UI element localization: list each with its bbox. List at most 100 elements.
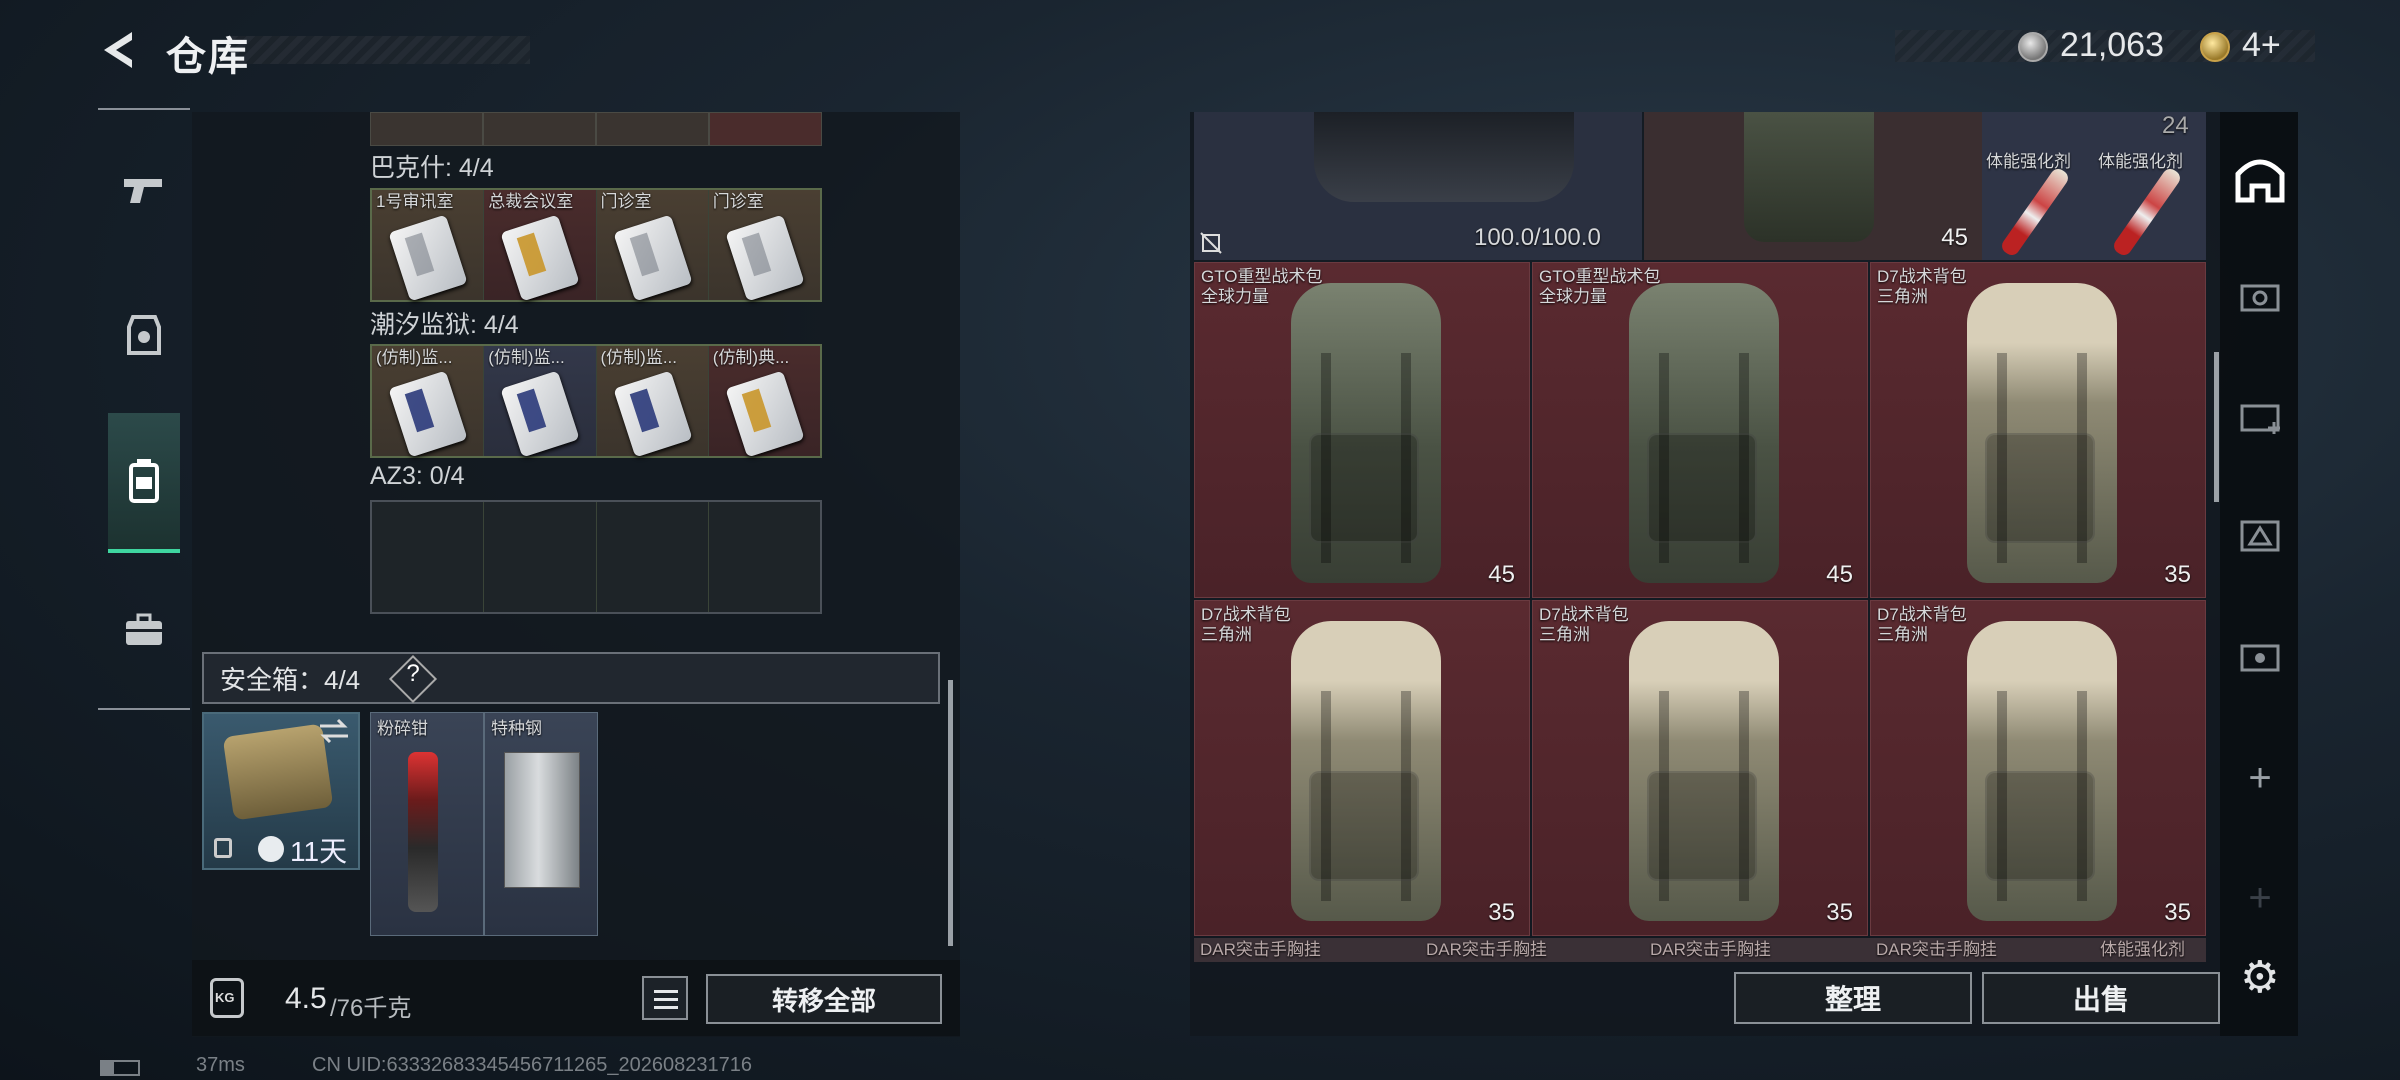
help-glyph: ? bbox=[406, 660, 420, 687]
keycard-label: 门诊室 bbox=[600, 192, 652, 211]
item-name: DAR突击手胸挂 bbox=[1876, 940, 1997, 959]
rail-backpack-tab[interactable] bbox=[108, 413, 180, 553]
keycard-slot[interactable]: (仿制)监... bbox=[484, 346, 597, 458]
add-tab-icon[interactable]: + bbox=[2228, 746, 2292, 810]
partial-item-slot[interactable]: DAR突击手胸挂 bbox=[1194, 938, 1420, 962]
rail-case-tab[interactable] bbox=[108, 585, 180, 675]
armor-item-slot[interactable]: 100.0/100.0 bbox=[1194, 112, 1642, 260]
keycard-label: 总裁会议室 bbox=[488, 192, 574, 211]
keycard-label: 门诊室 bbox=[712, 192, 764, 211]
keycard-label: (仿制)典... bbox=[712, 348, 790, 367]
gold-amount[interactable]: 4+ bbox=[2242, 26, 2281, 65]
backpack-slot[interactable]: GTO重型战术包 全球力量 45 bbox=[1532, 262, 1868, 598]
stimulant-image[interactable] bbox=[2110, 165, 2184, 259]
back-arrow-icon[interactable] bbox=[98, 28, 142, 72]
pistol-icon bbox=[124, 179, 162, 203]
item-name: DAR突击手胸挂 bbox=[1426, 940, 1547, 959]
weight-max: /76千克 bbox=[330, 995, 412, 1022]
keycard-label: 1号审讯室 bbox=[376, 192, 454, 211]
weight-current: 4.5 bbox=[285, 982, 327, 1015]
transfer-all-button[interactable]: 转移全部 bbox=[706, 974, 942, 1024]
backpack-slot[interactable]: GTO重型战术包 全球力量 45 bbox=[1194, 262, 1530, 598]
add-tab-disabled-icon: + bbox=[2248, 875, 2272, 920]
no-insure-icon bbox=[1200, 232, 1222, 254]
keycard-label: (仿制)监... bbox=[488, 348, 565, 367]
keycard-slot[interactable]: (仿制)典... bbox=[708, 346, 820, 458]
item-name: 体能强化剂 bbox=[2100, 940, 2185, 959]
capacity-value: 35 bbox=[1826, 899, 1853, 926]
rail-weapon-tab[interactable] bbox=[108, 145, 180, 235]
partial-item-slot[interactable]: DAR突击手胸挂 bbox=[1420, 938, 1644, 962]
backpack-slot[interactable]: D7战术背包 三角洲 35 bbox=[1870, 600, 2206, 936]
partial-item-slot[interactable]: DAR突击手胸挂 bbox=[1870, 938, 2094, 962]
capacity-value: 45 bbox=[1941, 224, 1968, 251]
backpack-slot[interactable]: D7战术背包 三角洲 35 bbox=[1194, 600, 1530, 936]
lock-icon bbox=[214, 838, 232, 858]
rail-divider bbox=[98, 708, 190, 710]
item-name: DAR突击手胸挂 bbox=[1650, 940, 1771, 959]
stash-tab-add-icon[interactable] bbox=[2228, 384, 2292, 448]
item-label: 粉碎钳 bbox=[377, 719, 428, 738]
stack-count: 24 bbox=[2162, 112, 2189, 139]
capacity-value: 35 bbox=[1488, 899, 1515, 926]
left-scrollbar[interactable] bbox=[948, 680, 953, 946]
swap-icon[interactable] bbox=[318, 718, 350, 744]
item-origin: 三角洲 bbox=[1877, 287, 1928, 306]
capacity-value: 35 bbox=[2164, 899, 2191, 926]
sell-button[interactable]: 出售 bbox=[1982, 972, 2220, 1024]
bolt-cutter-image bbox=[408, 752, 438, 912]
safe-box-label: 安全箱：4/4 bbox=[220, 665, 361, 695]
item-origin: 三角洲 bbox=[1539, 625, 1590, 644]
keycard-row-empty bbox=[370, 500, 822, 614]
durability-text: 100.0/100.0 bbox=[1474, 224, 1601, 251]
keycard-slot[interactable]: (仿制)监... bbox=[596, 346, 709, 458]
item-name: GTO重型战术包 bbox=[1201, 267, 1323, 286]
item-name: D7战术背包 bbox=[1539, 605, 1629, 624]
partial-item-slot[interactable]: 体能强化剂 bbox=[2094, 938, 2206, 962]
stash-home-icon[interactable] bbox=[2228, 148, 2292, 212]
keycard-slot[interactable]: (仿制)监... bbox=[372, 346, 485, 458]
backpack-slot[interactable]: D7战术背包 三角洲 35 bbox=[1532, 600, 1868, 936]
stimulant-image[interactable] bbox=[1998, 165, 2072, 259]
keycard-slot[interactable]: 门诊室 bbox=[708, 190, 820, 302]
keycard-slot[interactable]: 总裁会议室 bbox=[484, 190, 597, 302]
safe-case-image bbox=[222, 723, 334, 821]
right-scrollbar[interactable] bbox=[2214, 352, 2219, 502]
settings-gear-icon[interactable]: ⚙ bbox=[2240, 952, 2279, 1003]
stash-tab-v-icon[interactable] bbox=[2228, 264, 2292, 328]
empty-slot[interactable] bbox=[484, 502, 597, 612]
backpack-slot[interactable]: D7战术背包 三角洲 35 bbox=[1870, 262, 2206, 598]
keycard-label: (仿制)监... bbox=[600, 348, 678, 367]
keycard-slot[interactable]: 门诊室 bbox=[596, 190, 709, 302]
item-label: 特种钢 bbox=[491, 719, 542, 738]
weight-icon-text: KG bbox=[215, 990, 235, 1005]
uid-text: CN UID:6333268334545671126​5_20260823171… bbox=[312, 1054, 753, 1076]
page-title: 仓库 bbox=[166, 35, 250, 79]
vest-icon bbox=[127, 315, 161, 355]
gold-coin-icon bbox=[2200, 32, 2230, 62]
item-name: DAR突击手胸挂 bbox=[1200, 940, 1321, 959]
section-title: 潮汐监狱: 4/4 bbox=[370, 311, 519, 339]
stash-tab-iii-b-icon[interactable] bbox=[2228, 624, 2292, 688]
item-origin: 全球力量 bbox=[1539, 287, 1607, 306]
item-name: D7战术背包 bbox=[1877, 267, 1967, 286]
backpack-item-slot[interactable]: 45 bbox=[1644, 112, 1982, 260]
empty-slot[interactable] bbox=[708, 502, 820, 612]
empty-slot[interactable] bbox=[372, 502, 485, 612]
briefcase-icon bbox=[126, 613, 162, 645]
stimulant-slot-pair: 体能强化剂 体能强化剂 24 bbox=[1982, 112, 2206, 260]
capacity-value: 35 bbox=[2164, 561, 2191, 588]
rail-divider bbox=[98, 108, 190, 110]
rail-armor-tab[interactable] bbox=[108, 290, 180, 380]
partial-item-slot[interactable]: DAR突击手胸挂 bbox=[1644, 938, 1870, 962]
list-view-button[interactable] bbox=[642, 976, 688, 1020]
sort-button[interactable]: 整理 bbox=[1734, 972, 1972, 1024]
backpack-icon bbox=[129, 459, 159, 503]
item-origin: 三角洲 bbox=[1877, 625, 1928, 644]
safe-timer: 11天 bbox=[290, 836, 348, 867]
battery-icon bbox=[100, 1060, 140, 1076]
stash-tab-iii-icon[interactable] bbox=[2228, 504, 2292, 568]
keycard-slot[interactable]: 1号审讯室 bbox=[372, 190, 485, 302]
empty-slot[interactable] bbox=[596, 502, 709, 612]
item-name: GTO重型战术包 bbox=[1539, 267, 1661, 286]
